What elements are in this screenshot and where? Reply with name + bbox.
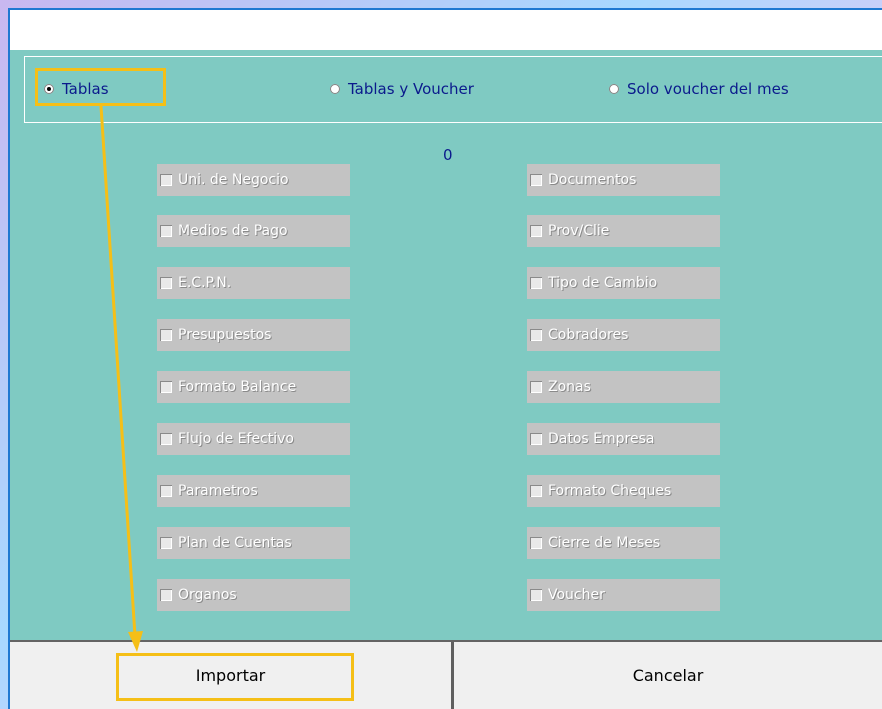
annotation-arrow (99, 105, 143, 652)
